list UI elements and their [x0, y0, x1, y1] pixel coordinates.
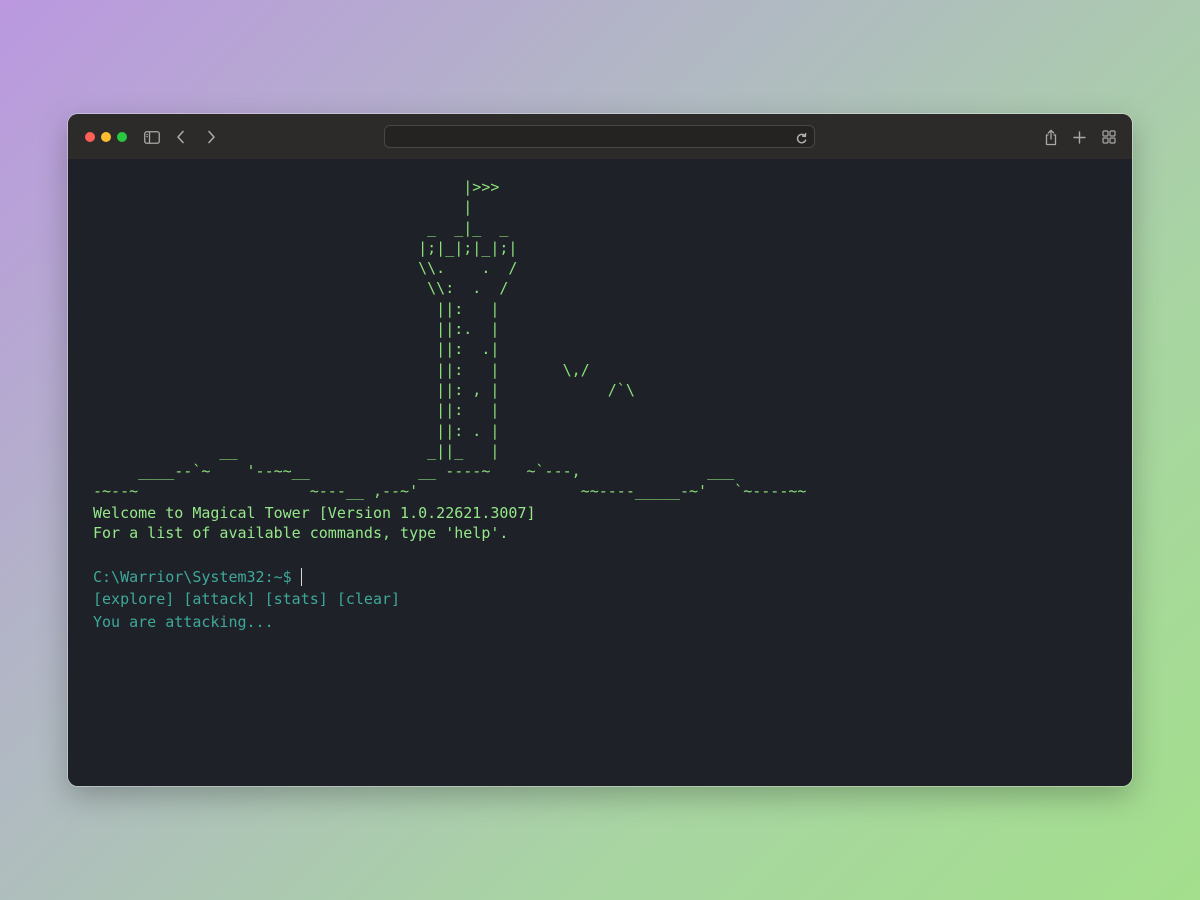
attack-command[interactable]: [attack]	[183, 590, 255, 608]
plus-icon[interactable]	[1070, 126, 1088, 148]
terminal[interactable]: |>>> | _ _|_ _ |;|_|;|_|;| \\. . / \\: .…	[68, 159, 1132, 786]
prompt-text: C:\Warrior\System32:~$	[93, 568, 292, 586]
welcome-message: Welcome to Magical Tower [Version 1.0.22…	[93, 504, 536, 522]
command-output: You are attacking...	[93, 613, 274, 631]
reload-icon[interactable]	[795, 130, 808, 144]
text-cursor	[300, 568, 302, 586]
share-icon[interactable]	[1042, 126, 1060, 148]
browser-window: |>>> | _ _|_ _ |;|_|;|_|;| \\. . / \\: .…	[68, 114, 1132, 786]
tab-overview-icon[interactable]	[1100, 126, 1118, 148]
address-bar[interactable]	[384, 125, 815, 148]
help-hint: For a list of available commands, type '…	[93, 524, 509, 542]
command-options: [explore] [attack] [stats] [clear]	[93, 590, 400, 608]
explore-command[interactable]: [explore]	[93, 590, 174, 608]
minimize-window-button[interactable]	[101, 132, 111, 142]
sidebar-icon[interactable]	[143, 126, 161, 148]
browser-toolbar	[68, 114, 1132, 159]
close-window-button[interactable]	[85, 132, 95, 142]
maximize-window-button[interactable]	[117, 132, 127, 142]
stats-command[interactable]: [stats]	[265, 590, 328, 608]
chevron-left-icon[interactable]	[172, 126, 190, 148]
chevron-right-icon[interactable]	[202, 126, 220, 148]
tower-ascii-art: |>>> | _ _|_ _ |;|_|;|_|;| \\. . / \\: .…	[93, 178, 807, 501]
command-prompt[interactable]: C:\Warrior\System32:~$	[93, 568, 302, 586]
clear-command[interactable]: [clear]	[337, 590, 400, 608]
